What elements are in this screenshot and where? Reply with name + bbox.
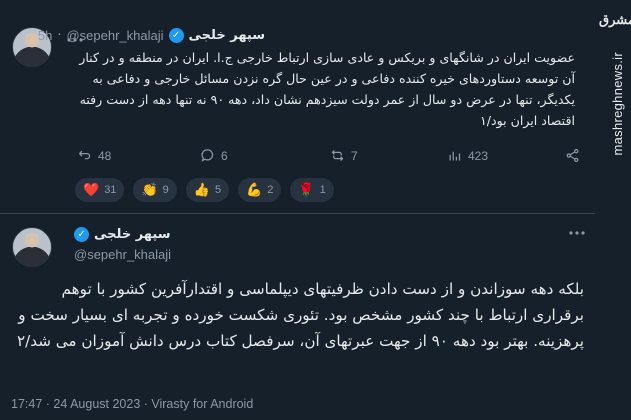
reply-button[interactable]: 48: [77, 148, 111, 163]
tweet-author[interactable]: سپهر خلجی ✓: [74, 227, 170, 242]
clap-icon: 👏: [141, 182, 158, 197]
thumbs-up-icon: 👍: [193, 182, 210, 197]
user-name: سپهر خلجی: [94, 227, 171, 242]
reaction-count: 9: [162, 184, 169, 196]
reply-count: 48: [98, 148, 112, 163]
separator-dot: ·: [57, 28, 62, 43]
reaction-count: 1: [319, 184, 326, 196]
comment-button[interactable]: 6: [200, 148, 228, 163]
site-logo: مشرق: [599, 13, 631, 28]
muscle-icon: 💪: [246, 182, 263, 197]
divider: [0, 213, 595, 214]
views-icon: [449, 151, 461, 161]
heart-icon: ❤️: [83, 182, 100, 197]
reaction-muscle[interactable]: 💪 2: [238, 178, 282, 202]
verified-badge-icon: ✓: [74, 227, 89, 242]
comment-count: 6: [221, 148, 228, 163]
retweet-count: 7: [351, 148, 358, 163]
tweet-actions: 48 6 7 423: [75, 148, 585, 166]
verified-badge-icon: ✓: [168, 28, 184, 43]
user-handle[interactable]: @sepehr_khalaji: [66, 28, 163, 43]
reaction-thumbs-up[interactable]: 👍 5: [185, 178, 230, 202]
tweet-meta: 17:47 · 24 August 2023 · Virasty for And…: [11, 397, 254, 411]
watermark-strip: مشرق mashreghnews.ir: [595, 0, 631, 420]
retweet-button[interactable]: 7: [330, 148, 358, 163]
reaction-heart[interactable]: ❤️ 31: [75, 178, 125, 202]
reaction-count: 5: [214, 184, 222, 196]
reaction-count: 2: [267, 184, 274, 196]
views-button[interactable]: 423: [447, 148, 488, 163]
reaction-clap[interactable]: 👏 9: [133, 178, 177, 202]
tweet-time: 5h: [37, 28, 53, 43]
rose-icon: 🌹: [298, 182, 315, 197]
user-name[interactable]: سپهر خلجی: [189, 28, 265, 43]
avatar[interactable]: [12, 227, 52, 267]
share-icon: [566, 148, 579, 163]
reaction-rose[interactable]: 🌹 1: [290, 178, 334, 202]
tweet-header: 5h · @sepehr_khalaji ✓ سپهر خلجی: [38, 28, 265, 43]
more-options-icon[interactable]: [568, 221, 586, 240]
site-url: mashreghnews.ir: [610, 52, 625, 156]
comment-icon: [201, 149, 214, 162]
retweet-icon: [331, 150, 344, 161]
tweet-text: بلکه دهه سوزاندن و از دست دادن ظرفیتهای …: [16, 280, 584, 350]
tweet-text: عضویت ایران در شانگهای و بریکس و عادی سا…: [79, 50, 575, 128]
tweet-thread: 5h · @sepehr_khalaji ✓ سپهر خلجی عضویت ا…: [0, 0, 595, 420]
reply-icon: [79, 150, 91, 160]
view-count: 423: [468, 148, 489, 163]
reactions-bar: ❤️ 31 👏 9 👍 5 💪 2 🌹 1: [75, 178, 334, 202]
user-handle[interactable]: @sepehr_khalaji: [74, 247, 171, 262]
share-button[interactable]: [565, 148, 580, 163]
reaction-count: 31: [104, 184, 117, 196]
